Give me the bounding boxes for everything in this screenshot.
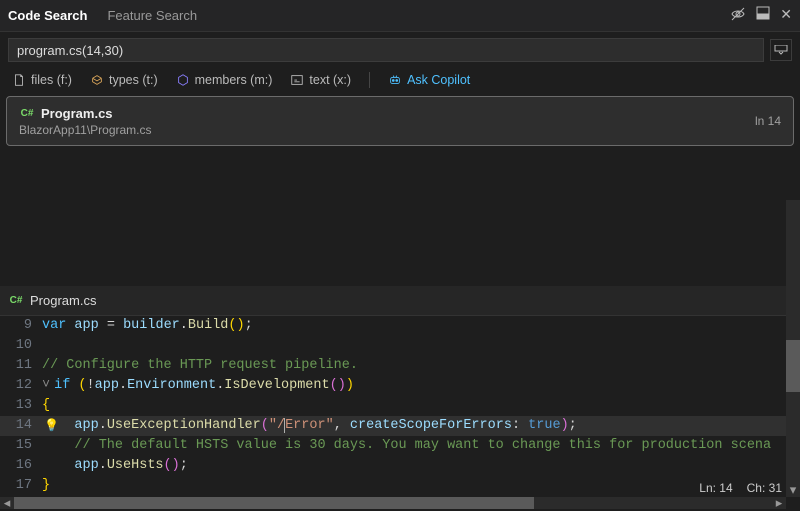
- filter-separator: [369, 72, 370, 88]
- line-number: 17: [0, 476, 42, 496]
- line-number: 13: [0, 396, 42, 416]
- csharp-icon: C#: [19, 105, 35, 121]
- status-col: Ch: 31: [747, 481, 782, 495]
- horizontal-scroll-thumb[interactable]: [14, 497, 534, 509]
- line-number: 15: [0, 436, 42, 456]
- filter-types[interactable]: types (t:): [90, 73, 158, 87]
- result-path: BlazorApp11\Program.cs: [19, 123, 152, 137]
- search-input[interactable]: [8, 38, 764, 62]
- editor-tab-row: C# Program.cs: [0, 286, 800, 316]
- filter-row: files (f:) types (t:) members (m:) text …: [0, 68, 800, 96]
- search-dropdown-icon[interactable]: [770, 39, 792, 61]
- filter-text-label: text (x:): [309, 73, 351, 87]
- filter-files[interactable]: files (f:): [12, 73, 72, 87]
- preview-toggle-icon[interactable]: [730, 6, 746, 25]
- search-row: [0, 32, 800, 68]
- filter-members[interactable]: members (m:): [176, 73, 273, 87]
- ask-copilot-label: Ask Copilot: [407, 73, 470, 87]
- filter-text[interactable]: text (x:): [290, 73, 351, 87]
- lightbulb-icon[interactable]: 💡: [44, 416, 59, 436]
- tab-feature-search[interactable]: Feature Search: [107, 2, 197, 29]
- line-number: 11: [0, 356, 42, 376]
- vertical-scroll-thumb[interactable]: [786, 340, 800, 392]
- line-number: 9: [0, 316, 42, 336]
- code-preview[interactable]: 9var app = builder.Build(); 10 11// Conf…: [0, 316, 800, 511]
- result-line-info: ln 14: [755, 114, 781, 128]
- filter-files-label: files (f:): [31, 73, 72, 87]
- line-number: 12: [0, 376, 42, 396]
- status-line: Ln: 14: [699, 481, 732, 495]
- title-tab-bar: Code Search Feature Search ✕: [0, 0, 800, 32]
- title-icons: ✕: [730, 6, 800, 25]
- search-result-item[interactable]: C# Program.cs BlazorApp11\Program.cs ln …: [6, 96, 794, 146]
- horizontal-scrollbar[interactable]: ◂ ▸: [0, 497, 786, 509]
- line-number: 16: [0, 456, 42, 476]
- status-bar: Ln: 14 Ch: 31: [699, 481, 782, 495]
- line-number: 10: [0, 336, 42, 356]
- line-number: 14: [0, 416, 42, 436]
- tab-code-search[interactable]: Code Search: [8, 2, 87, 29]
- ask-copilot[interactable]: Ask Copilot: [388, 73, 470, 87]
- dock-icon[interactable]: [756, 6, 770, 25]
- scroll-down-arrow-icon[interactable]: ▾: [786, 483, 800, 497]
- close-icon[interactable]: ✕: [780, 6, 792, 25]
- csharp-icon: C#: [8, 293, 24, 309]
- editor-tab-filename[interactable]: Program.cs: [30, 293, 96, 308]
- filter-members-label: members (m:): [195, 73, 273, 87]
- filter-types-label: types (t:): [109, 73, 158, 87]
- result-filename: Program.cs: [41, 106, 113, 121]
